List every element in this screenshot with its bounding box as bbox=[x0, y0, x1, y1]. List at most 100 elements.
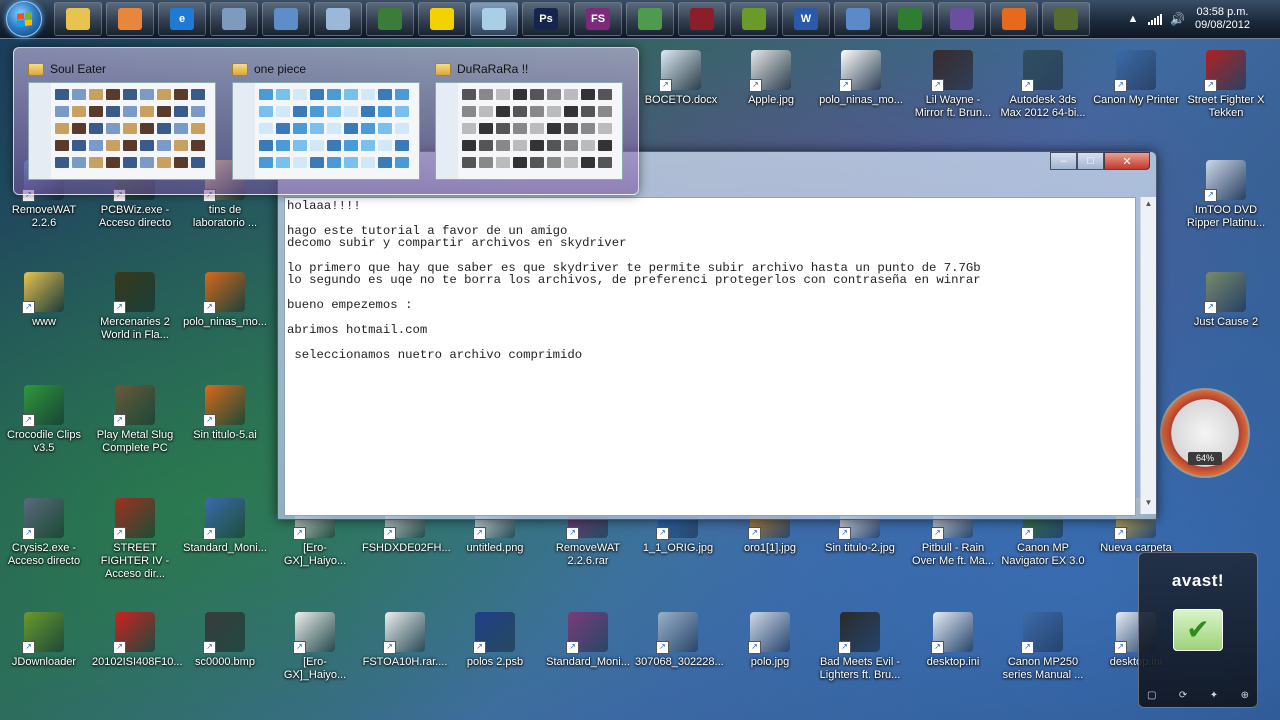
shortcut-arrow-icon: ↗ bbox=[656, 641, 669, 654]
fs-taskbar-button[interactable]: FS bbox=[574, 2, 622, 36]
notepad-taskbar-button[interactable] bbox=[470, 2, 518, 36]
folder-icon bbox=[232, 62, 248, 76]
desktop-icon[interactable]: ↗ Sin titulo-5.ai bbox=[182, 385, 268, 442]
file-icon: ↗ bbox=[931, 612, 973, 654]
maximize-button[interactable]: □ bbox=[1077, 152, 1104, 170]
volume-icon[interactable]: 🔊 bbox=[1170, 12, 1185, 26]
desktop-icon[interactable]: ↗ Apple.jpg bbox=[728, 50, 814, 107]
notepad-text-area[interactable]: holaaa!!!! hago este tutorial a favor de… bbox=[284, 197, 1136, 516]
desktop-icon[interactable]: ↗ Crysis2.exe - Acceso directo bbox=[1, 498, 87, 568]
shortcut-arrow-icon: ↗ bbox=[113, 641, 126, 654]
desktop-icon[interactable]: ↗ Street Fighter X Tekken bbox=[1183, 50, 1269, 120]
desktop-icon[interactable]: ↗ Just Cause 2 bbox=[1183, 272, 1269, 329]
contacts-taskbar-button[interactable] bbox=[626, 2, 674, 36]
thumbnail-one-piece[interactable]: one piece bbox=[232, 58, 422, 180]
notepad-window[interactable]: – □ ✕ holaaa!!!! hago este tutorial a fa… bbox=[277, 151, 1157, 520]
internet-explorer-taskbar-button[interactable]: e bbox=[158, 2, 206, 36]
desktop-icon[interactable]: ↗ Play Metal Slug Complete PC bbox=[92, 385, 178, 455]
text-line: bueno empezemos : bbox=[287, 298, 413, 313]
desktop-icon[interactable]: ↗ Autodesk 3ds Max 2012 64-bi... bbox=[1000, 50, 1086, 120]
close-button[interactable]: ✕ bbox=[1104, 152, 1150, 170]
firefox-taskbar-button[interactable] bbox=[990, 2, 1038, 36]
shortcut-arrow-icon: ↗ bbox=[931, 79, 944, 92]
desktop-icon[interactable]: ↗ polos 2.psb bbox=[452, 612, 538, 669]
start-button[interactable] bbox=[6, 1, 42, 37]
desktop-icon[interactable]: ↗ polo_ninas_mo... bbox=[818, 50, 904, 107]
avast-gadget[interactable]: avast! ✔ ▢ ⟳ ✦ ⊕ bbox=[1138, 552, 1258, 708]
desktop-icon[interactable]: ↗ STREET FIGHTER IV - Acceso dir... bbox=[92, 498, 178, 581]
clock[interactable]: 03:58 p.m. 09/08/2012 bbox=[1195, 6, 1250, 32]
file-icon: ↗ bbox=[22, 385, 64, 427]
explorer-taskbar-button[interactable] bbox=[54, 2, 102, 36]
desktop-icon[interactable]: ↗ Canon My Printer bbox=[1093, 50, 1179, 107]
avast-refresh-icon[interactable]: ⟳ bbox=[1179, 690, 1187, 701]
shortcut-arrow-icon: ↗ bbox=[293, 641, 306, 654]
photoshop-taskbar-button[interactable]: Ps bbox=[522, 2, 570, 36]
jdownloader-taskbar-button[interactable] bbox=[730, 2, 778, 36]
desktop-icon[interactable]: ↗ Lil Wayne - Mirror ft. Brun... bbox=[910, 50, 996, 120]
document-text[interactable]: holaaa!!!! hago este tutorial a favor de… bbox=[285, 198, 1135, 361]
desktop-icon[interactable]: ↗ Mercenaries 2 World in Fla... bbox=[92, 272, 178, 342]
minimize-button[interactable]: – bbox=[1050, 152, 1077, 170]
camera-taskbar-button[interactable] bbox=[1042, 2, 1090, 36]
keyboard-taskbar-button[interactable] bbox=[210, 2, 258, 36]
calculator-taskbar-button[interactable] bbox=[314, 2, 362, 36]
picture-taskbar-button[interactable] bbox=[834, 2, 882, 36]
shortcut-arrow-icon: ↗ bbox=[113, 301, 126, 314]
media-center-taskbar-button[interactable] bbox=[106, 2, 154, 36]
avast-social-icon[interactable]: ✦ bbox=[1210, 690, 1218, 701]
avast-window-icon[interactable]: ▢ bbox=[1147, 690, 1156, 701]
ie-icon: e bbox=[170, 8, 194, 30]
desktop-icon[interactable]: ↗ desktop.ini bbox=[910, 612, 996, 669]
monitor-taskbar-button[interactable] bbox=[366, 2, 414, 36]
messenger-taskbar-button[interactable] bbox=[418, 2, 466, 36]
avast-protected-check-icon[interactable]: ✔ bbox=[1173, 609, 1223, 651]
file-icon: ↗ bbox=[203, 498, 245, 540]
desktop-icon[interactable]: ↗ Canon MP250 series Manual ... bbox=[1000, 612, 1086, 682]
desktop-icon[interactable]: ↗ sc0000.bmp bbox=[182, 612, 268, 669]
game-taskbar-button[interactable] bbox=[678, 2, 726, 36]
torrent-taskbar-button[interactable] bbox=[938, 2, 986, 36]
thumbnail-image bbox=[28, 82, 216, 180]
word-taskbar-button[interactable]: W bbox=[782, 2, 830, 36]
desktop-icon[interactable]: ↗ Bad Meets Evil - Lighters ft. Bru... bbox=[817, 612, 903, 682]
scroll-up-arrow-icon[interactable]: ▲ bbox=[1141, 199, 1156, 213]
thumbnail-title: Soul Eater bbox=[28, 58, 218, 80]
circuit-taskbar-button[interactable] bbox=[886, 2, 934, 36]
taskbar-app-list: e Ps FS W bbox=[54, 2, 1094, 36]
desktop-icon-label: Bad Meets Evil - Lighters ft. Bru... bbox=[819, 656, 901, 681]
desktop-icon[interactable]: ↗ 307068_302228... bbox=[635, 612, 724, 669]
camera-icon bbox=[1054, 8, 1078, 30]
desktop-icon[interactable]: ↗ 20102ISI408F10... bbox=[92, 612, 183, 669]
thumbnail-soul-eater[interactable]: Soul Eater bbox=[28, 58, 218, 180]
thumbnail-image bbox=[232, 82, 420, 180]
show-hidden-icons-button[interactable]: ▲ bbox=[1126, 13, 1140, 25]
file-icon: ↗ bbox=[203, 612, 245, 654]
desktop-icon[interactable]: ↗ JDownloader bbox=[1, 612, 87, 669]
desktop-icon[interactable]: ↗ polo_ninas_mo... bbox=[182, 272, 268, 329]
network-signal-icon[interactable] bbox=[1148, 13, 1162, 25]
desktop-icon[interactable]: ↗ www bbox=[1, 272, 87, 329]
desktop-icon[interactable]: ↗ [Ero-GX]_Haiyo... bbox=[272, 612, 358, 682]
circuit-icon bbox=[898, 8, 922, 30]
vertical-scrollbar[interactable]: ▲ ▼ bbox=[1140, 197, 1156, 514]
desktop-icon[interactable]: ↗ BOCETO.docx bbox=[638, 50, 724, 107]
desktop-icon-label: sc0000.bmp bbox=[195, 656, 255, 668]
text-line: abrimos hotmail.com bbox=[287, 323, 428, 338]
shortcut-arrow-icon: ↗ bbox=[838, 527, 851, 540]
desktop-icon[interactable]: ↗ Standard_Moni... bbox=[182, 498, 268, 555]
file-icon: ↗ bbox=[1204, 272, 1246, 314]
desktop-icon-label: Canon MP Navigator EX 3.0 bbox=[1001, 542, 1085, 567]
desktop-icon[interactable]: ↗ Standard_Moni... bbox=[545, 612, 631, 669]
desktop-icon[interactable]: ↗ Crocodile Clips v3.5 bbox=[1, 385, 87, 455]
shortcut-arrow-icon: ↗ bbox=[656, 527, 669, 540]
thumbnail-durarara[interactable]: DuRaRaRa !! bbox=[435, 58, 625, 180]
desktop-icon[interactable]: ↗ ImTOO DVD Ripper Platinu... bbox=[1183, 160, 1269, 230]
desktop-icon[interactable]: ↗ polo.jpg bbox=[727, 612, 813, 669]
avast-share-icon[interactable]: ⊕ bbox=[1241, 690, 1249, 701]
network-taskbar-button[interactable] bbox=[262, 2, 310, 36]
scroll-down-arrow-icon[interactable]: ▼ bbox=[1141, 498, 1156, 512]
desktop-icon[interactable]: ↗ FSTOA10H.rar.... bbox=[362, 612, 448, 669]
cpu-meter-gadget[interactable]: 64% bbox=[1160, 388, 1250, 478]
desktop-icon-label: www bbox=[32, 316, 56, 328]
